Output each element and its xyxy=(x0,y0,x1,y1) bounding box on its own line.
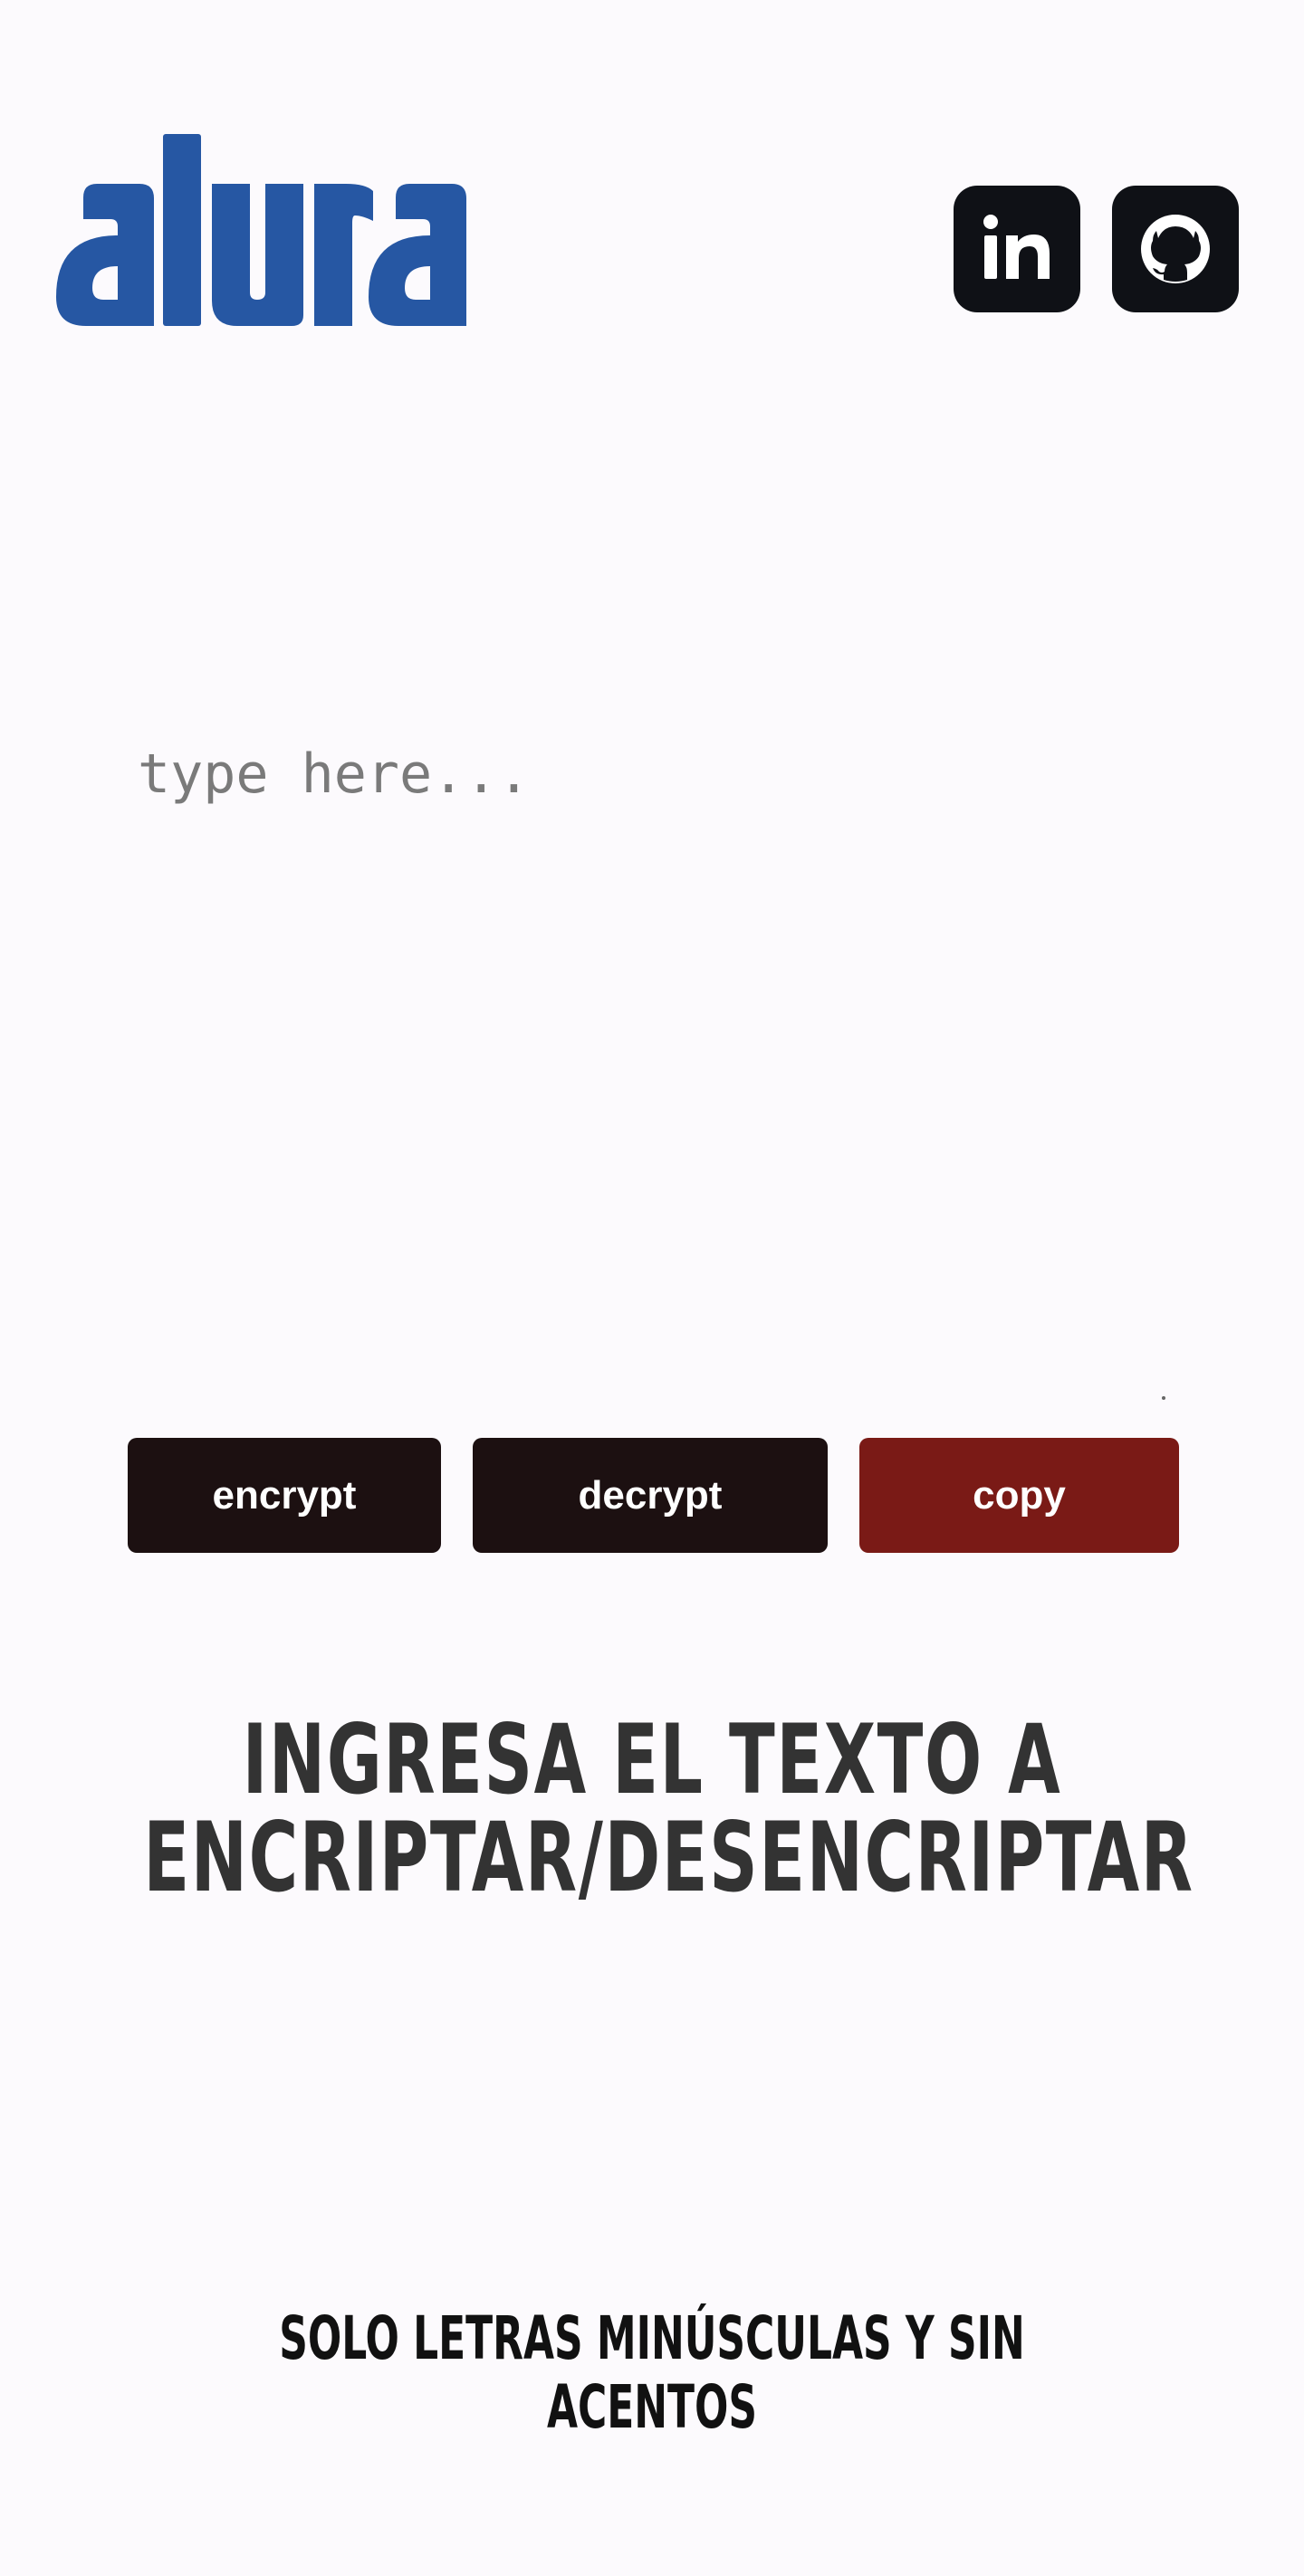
resize-handle[interactable] xyxy=(1162,1396,1165,1400)
alura-logo: alura xyxy=(56,134,491,329)
linkedin-icon xyxy=(983,215,1050,279)
github-icon xyxy=(1141,215,1210,283)
copy-button[interactable]: copy xyxy=(859,1438,1179,1553)
github-button[interactable] xyxy=(1112,186,1239,312)
instruction-subline: SOLO LETRAS MINÚSCULAS Y SIN ACENTOS xyxy=(279,2303,1025,2442)
text-input[interactable] xyxy=(127,724,1168,1403)
instruction-headline: INGRESA EL TEXTO A ENCRIPTAR/DESENCRIPTA… xyxy=(143,1704,1194,1913)
decrypt-button[interactable]: decrypt xyxy=(473,1438,828,1553)
linkedin-button[interactable] xyxy=(954,186,1080,312)
encrypt-button[interactable]: encrypt xyxy=(128,1438,441,1553)
